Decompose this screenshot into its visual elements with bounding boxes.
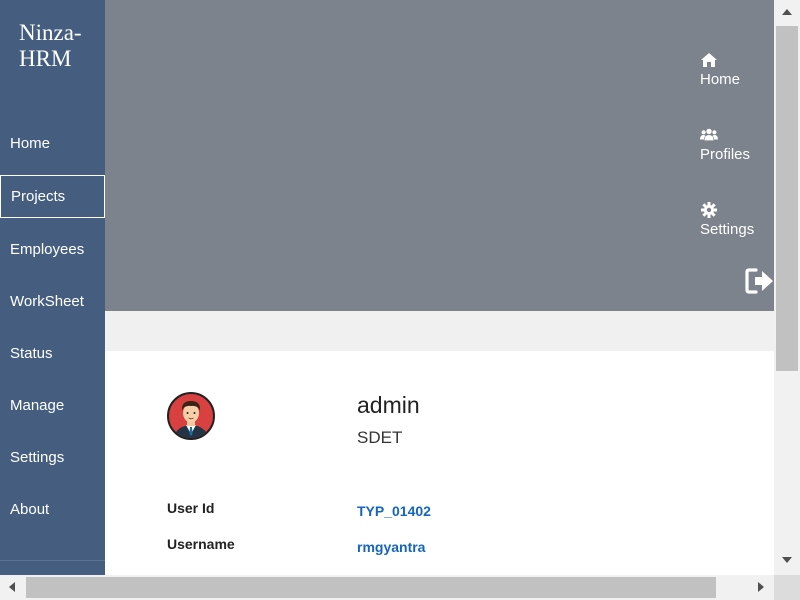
users-icon bbox=[700, 128, 718, 141]
scroll-down-icon[interactable] bbox=[782, 557, 792, 563]
header-link-home-label: Home bbox=[700, 71, 741, 88]
sidebar-item-status[interactable]: Status bbox=[0, 332, 105, 375]
username-label: Username bbox=[167, 536, 235, 552]
scrollbar-corner bbox=[774, 575, 800, 600]
header-link-profiles[interactable]: Profiles bbox=[700, 127, 750, 163]
user-id-value: TYP_01402 bbox=[357, 503, 431, 519]
user-id-label: User Id bbox=[167, 500, 215, 516]
profile-role: SDET bbox=[357, 428, 403, 447]
header-link-home[interactable]: Home bbox=[700, 52, 740, 88]
brand-title: Ninza-HRM bbox=[19, 20, 82, 71]
header-banner: Home Profiles Settings bbox=[105, 0, 774, 311]
sidebar-divider bbox=[0, 560, 105, 561]
sidebar-item-employees[interactable]: Employees bbox=[0, 228, 105, 271]
header-link-settings[interactable]: Settings bbox=[700, 202, 754, 238]
sidebar-item-manage[interactable]: Manage bbox=[0, 384, 105, 427]
home-icon bbox=[701, 53, 717, 67]
scroll-right-icon[interactable] bbox=[758, 582, 764, 592]
scroll-up-icon[interactable] bbox=[782, 9, 792, 15]
scroll-left-icon[interactable] bbox=[9, 582, 15, 592]
gear-icon bbox=[701, 202, 717, 218]
sidebar-item-home[interactable]: Home bbox=[0, 122, 105, 165]
sidebar-item-projects[interactable]: Projects bbox=[0, 175, 105, 218]
divider-band bbox=[105, 311, 774, 351]
profile-card: admin SDET User Id TYP_01402 Username rm… bbox=[105, 351, 774, 575]
sidebar-item-about[interactable]: About bbox=[0, 488, 105, 531]
vertical-scroll-thumb[interactable] bbox=[776, 26, 798, 371]
sidebar: Ninza-HRM Home Projects Employees WorkSh… bbox=[0, 0, 105, 575]
sidebar-item-settings[interactable]: Settings bbox=[0, 436, 105, 479]
horizontal-scroll-thumb[interactable] bbox=[26, 577, 716, 598]
profile-name: admin bbox=[357, 392, 420, 418]
vertical-scrollbar[interactable] bbox=[774, 0, 800, 575]
sidebar-item-worksheet[interactable]: WorkSheet bbox=[0, 280, 105, 323]
username-value: rmgyantra bbox=[357, 539, 426, 555]
header-link-settings-label: Settings bbox=[700, 221, 755, 238]
header-link-profiles-label: Profiles bbox=[700, 146, 751, 163]
horizontal-scrollbar[interactable] bbox=[0, 575, 774, 600]
avatar bbox=[167, 392, 215, 440]
sign-out-icon[interactable] bbox=[744, 266, 776, 296]
